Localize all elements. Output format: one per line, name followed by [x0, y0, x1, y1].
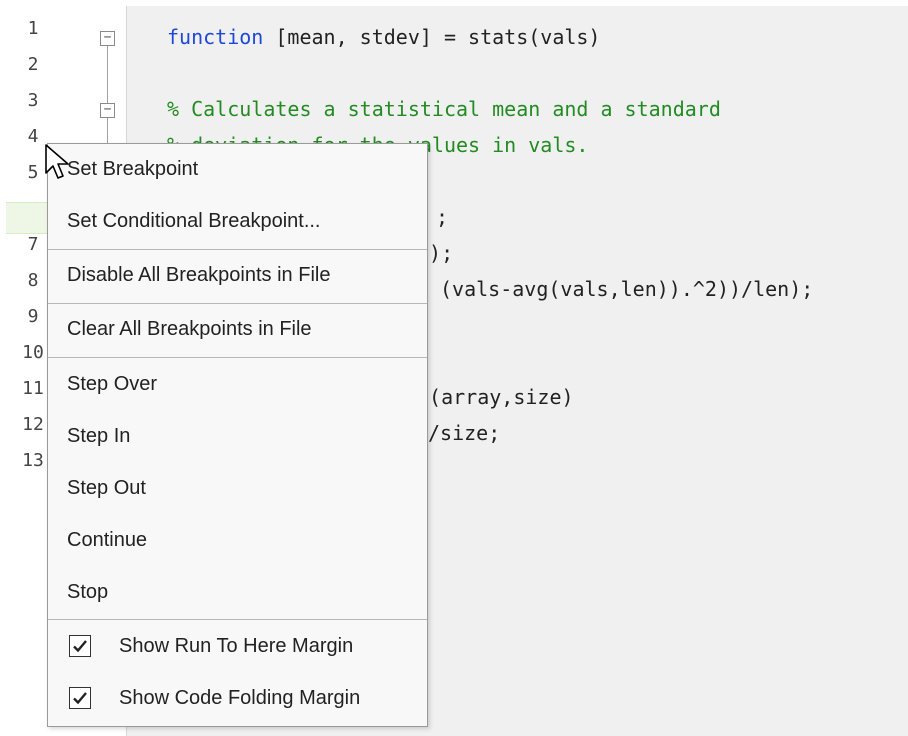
- menu-item-set-conditional-breakpoint[interactable]: Set Conditional Breakpoint...: [48, 197, 427, 245]
- line-number[interactable]: 2: [10, 47, 56, 83]
- menu-item-continue[interactable]: Continue: [48, 516, 427, 564]
- code-line-1[interactable]: function [mean, stdev] = stats(vals): [167, 19, 600, 55]
- fold-collapse-icon[interactable]: −: [100, 31, 115, 46]
- checkmark-icon: [73, 640, 87, 653]
- menu-item-label: Show Run To Here Margin: [119, 635, 354, 657]
- menu-item-step-over[interactable]: Step Over: [48, 360, 427, 408]
- fold-guide-line: [107, 44, 108, 104]
- code-line-8[interactable]: (vals-avg(vals,len)).^2))/len);: [440, 271, 813, 307]
- code-line-6[interactable]: ;: [436, 199, 448, 235]
- checkbox-code-folding[interactable]: [69, 687, 91, 709]
- code-line-11[interactable]: g(array,size): [417, 379, 574, 415]
- menu-separator: [48, 303, 427, 304]
- menu-item-stop[interactable]: Stop: [48, 568, 427, 616]
- menu-separator: [48, 357, 427, 358]
- line-number[interactable]: 1: [10, 11, 56, 47]
- menu-item-disable-all-breakpoints[interactable]: Disable All Breakpoints in File: [48, 251, 427, 299]
- menu-item-label: Show Code Folding Margin: [119, 687, 361, 709]
- menu-separator: [48, 619, 427, 620]
- code-line-12[interactable]: /size;: [428, 415, 500, 451]
- code-text: [mean, stdev] = stats(vals): [263, 25, 601, 49]
- line-number[interactable]: 3: [10, 83, 56, 119]
- menu-item-show-code-folding-margin[interactable]: Show Code Folding Margin: [48, 674, 427, 722]
- context-menu: Set Breakpoint Set Conditional Breakpoin…: [47, 143, 428, 727]
- code-line-3[interactable]: % Calculates a statistical mean and a st…: [167, 91, 721, 127]
- menu-separator: [48, 249, 427, 250]
- menu-item-set-breakpoint[interactable]: Set Breakpoint: [48, 145, 427, 193]
- checkmark-icon: [73, 692, 87, 705]
- mouse-pointer-icon: [45, 144, 69, 179]
- menu-item-clear-all-breakpoints[interactable]: Clear All Breakpoints in File: [48, 305, 427, 353]
- fold-collapse-icon[interactable]: −: [100, 103, 115, 118]
- checkbox-run-to-here[interactable]: [69, 635, 91, 657]
- menu-item-step-in[interactable]: Step In: [48, 412, 427, 460]
- code-keyword: function: [167, 25, 264, 49]
- menu-item-show-run-to-here-margin[interactable]: Show Run To Here Margin: [48, 622, 427, 670]
- menu-item-step-out[interactable]: Step Out: [48, 464, 427, 512]
